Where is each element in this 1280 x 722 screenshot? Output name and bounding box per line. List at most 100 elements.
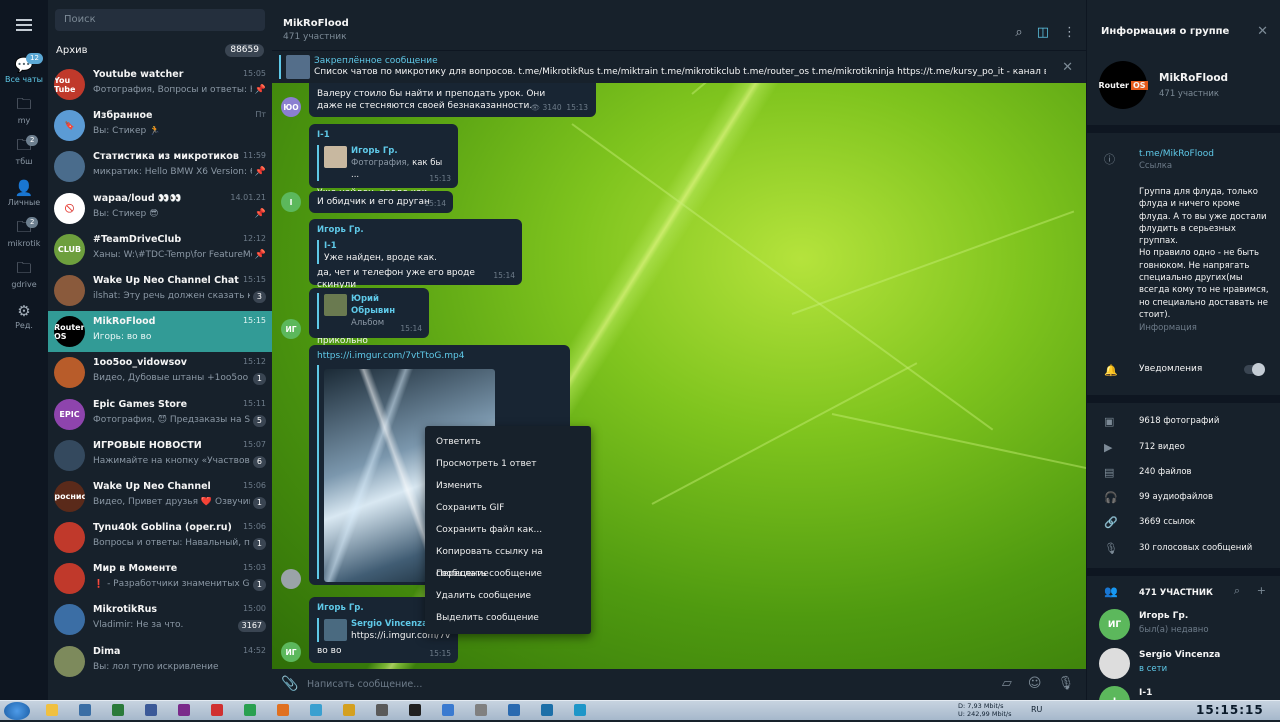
chat-list-item[interactable]: MikrotikRus 15:00 Vladimir: Не за что. 3167 xyxy=(48,599,272,640)
folder-4[interactable]: 🗀 mikrotik 2 xyxy=(0,214,48,255)
taskbar-app-icon[interactable] xyxy=(178,704,190,716)
menu-button[interactable] xyxy=(0,0,48,50)
taskbar-app-icon[interactable] xyxy=(277,704,289,716)
commands-icon[interactable]: ▱ xyxy=(1002,676,1012,691)
chat-preview: микратик: Hello BMW X6 Version: 6.4... xyxy=(93,167,252,178)
avatar[interactable]: I xyxy=(281,192,301,212)
context-menu-item[interactable]: Ответить xyxy=(425,431,591,453)
folder-5[interactable]: 🗀 gdrive xyxy=(0,255,48,296)
media-stat-row[interactable]: 🔗 3669 ссылок xyxy=(1087,510,1280,535)
archive-row[interactable]: Архив 88659 xyxy=(48,36,272,64)
taskbar-app-icon[interactable] xyxy=(409,704,421,716)
message-bubble[interactable]: Юрий Обрывин Альбом прикольно 15:14 xyxy=(309,288,429,346)
start-button[interactable] xyxy=(4,702,30,720)
close-icon[interactable]: ✕ xyxy=(1257,24,1268,39)
chat-list-item[interactable]: Dima 14:52 Вы: лол тупо искривление xyxy=(48,641,272,682)
avatar xyxy=(54,274,85,306)
chat-list-item[interactable]: EPIC Epic Games Store 15:11 Фотография, 😈 П… xyxy=(48,394,272,435)
taskbar-app-icon[interactable] xyxy=(145,704,157,716)
group-link[interactable]: t.me/MikRoFlood xyxy=(1139,149,1280,159)
reply-author: Игорь Гр. xyxy=(351,146,398,156)
taskbar-app-icon[interactable] xyxy=(541,704,553,716)
member-row[interactable]: ИГ Игорь Гр. был(а) недавно xyxy=(1087,606,1280,645)
context-menu-item[interactable]: Изменить xyxy=(425,475,591,497)
message-input[interactable]: Написать сообщение... xyxy=(307,679,422,690)
folder-1[interactable]: 🗀 my xyxy=(0,91,48,132)
context-menu-item[interactable]: Выделить сообщение xyxy=(425,607,591,629)
member-row[interactable]: Sergio Vincenza в сети xyxy=(1087,645,1280,684)
pinned-message-bar[interactable]: Закреплённое сообщение Список чатов по м… xyxy=(272,50,1086,83)
media-stat-row[interactable]: 🎧 99 аудиофайлов xyxy=(1087,485,1280,510)
folder-2[interactable]: 🗀 тбш 2 xyxy=(0,132,48,173)
chat-list-item[interactable]: ИГРОВЫЕ НОВОСТИ 15:07 Нажимайте на кнопку … xyxy=(48,435,272,476)
unread-badge: 1 xyxy=(252,538,266,551)
media-stat-row[interactable]: 🎙 30 голосовых сообщений xyxy=(1087,536,1280,561)
context-menu-item[interactable]: Сохранить файл как... xyxy=(425,519,591,541)
sidebar-toggle-icon[interactable]: ◫ xyxy=(1037,25,1049,40)
media-stat-row[interactable]: ▣ 9618 фотографий xyxy=(1087,409,1280,434)
search-input[interactable]: Поиск xyxy=(55,9,265,31)
media-stat-row[interactable]: ▤ 240 файлов xyxy=(1087,460,1280,485)
mic-icon[interactable]: 🎙 xyxy=(1057,676,1074,691)
avatar[interactable]: ИГ xyxy=(281,319,301,339)
more-icon[interactable]: ⋮ xyxy=(1063,25,1076,40)
chat-list-item[interactable]: 🚫 wapaa/loud 👀👀 14.01.21 Вы: Стикер 😎 📌 xyxy=(48,188,272,229)
message-bubble[interactable]: I-1 Игорь Гр. Фотография, как бы ... Уже… xyxy=(309,124,458,198)
add-member-icon[interactable]: + xyxy=(1257,584,1266,597)
reply-quote[interactable]: I-1 Уже найден, вроде как. xyxy=(317,240,514,264)
avatar: You Tube xyxy=(54,69,85,100)
search-icon[interactable]: ⌕ xyxy=(1015,25,1022,40)
context-menu-item[interactable]: Сохранить GIF xyxy=(425,497,591,519)
message-bubble[interactable]: Валеру стоило бы найти и преподать урок.… xyxy=(309,83,596,117)
media-stat-row[interactable]: ▶ 712 видео xyxy=(1087,435,1280,460)
avatar[interactable]: ЮО xyxy=(281,97,301,117)
folder-6[interactable]: ⚙ Ред. xyxy=(0,296,48,337)
message-link[interactable]: https://i.imgur.com/7vtTtoG.mp4 xyxy=(317,350,562,362)
folder-3[interactable]: 👤 Личные xyxy=(0,173,48,214)
taskbar-app-icon[interactable] xyxy=(244,704,256,716)
notifications-toggle[interactable] xyxy=(1244,363,1265,377)
chat-preview: Вы: Стикер 🏃 xyxy=(93,126,161,137)
chat-list-item[interactable]: Мир в Моменте 15:03 ❗ - Разработчики знаме… xyxy=(48,558,272,599)
chat-list-item[interactable]: You Tube Youtube watcher 15:05 Фотография, … xyxy=(48,64,272,105)
chat-list-item[interactable]: Статистика из микротиков 11:59 микратик: H… xyxy=(48,146,272,187)
clock[interactable]: 15:15:15 xyxy=(1196,703,1264,717)
search-icon[interactable]: ⌕ xyxy=(1234,584,1240,598)
close-icon[interactable]: ✕ xyxy=(1062,60,1073,75)
taskbar-app-icon[interactable] xyxy=(79,704,91,716)
taskbar-app-icon[interactable] xyxy=(508,704,520,716)
language-indicator[interactable]: RU xyxy=(1031,705,1042,714)
chat-list-item[interactable]: 1oo5oo_vidowsov 15:12 Видео, Дубовые штаны… xyxy=(48,352,272,393)
context-menu-item[interactable]: Переслать сообщение xyxy=(425,563,591,585)
context-menu-item[interactable]: Удалить сообщение xyxy=(425,585,591,607)
context-menu-item[interactable]: Копировать ссылку на сообщение xyxy=(425,541,591,579)
chat-list-item[interactable]: Проснись Wake Up Neo Channel 15:06 Видео, П… xyxy=(48,476,272,517)
taskbar-app-icon[interactable] xyxy=(46,704,58,716)
chat-header[interactable]: MikRoFlood 471 участник ⌕ ◫ ⋮ xyxy=(272,0,1086,50)
taskbar-app-icon[interactable] xyxy=(343,704,355,716)
context-menu-item[interactable]: Просмотреть 1 ответ xyxy=(425,453,591,475)
taskbar-app-icon[interactable] xyxy=(442,704,454,716)
chat-list-item[interactable]: Wake Up Neo Channel Chat 15:15 ilshat: Эту… xyxy=(48,270,272,311)
taskbar-app-icon[interactable] xyxy=(211,704,223,716)
avatar[interactable]: ИГ xyxy=(281,642,301,662)
message-bubble[interactable]: Игорь Гр. I-1 Уже найден, вроде как. да,… xyxy=(309,219,522,290)
chat-list-item[interactable]: Tynu40k Goblina (oper.ru) 15:06 Вопросы и … xyxy=(48,517,272,558)
folder-0[interactable]: 💬 Все чаты 12 xyxy=(0,50,48,91)
taskbar-app-icon[interactable] xyxy=(475,704,487,716)
group-logo[interactable]: Router OS xyxy=(1098,61,1148,109)
avatar[interactable] xyxy=(281,569,301,589)
message-bubble[interactable]: И обидчик и его друган 15:14 xyxy=(309,191,453,213)
taskbar-app-icon[interactable] xyxy=(376,704,388,716)
chat-list-item[interactable]: CLUB #TeamDriveClub 12:12 Ханы: W:\#TDC-Tem… xyxy=(48,229,272,270)
link-row[interactable]: ⓘ t.me/MikRoFlood Ссылка Группа для флуд… xyxy=(1087,133,1280,333)
taskbar-app-icon[interactable] xyxy=(112,704,124,716)
chat-list-item[interactable]: 🔖 Избранное Пт Вы: Стикер 🏃 xyxy=(48,105,272,146)
chat-list-item[interactable]: Router OS MikRoFlood 15:15 Игорь: во во xyxy=(48,311,272,353)
notifications-row[interactable]: 🔔 Уведомления xyxy=(1087,361,1280,395)
taskbar-app-icon[interactable] xyxy=(574,704,586,716)
divider xyxy=(1087,395,1280,404)
taskbar-app-icon[interactable] xyxy=(310,704,322,716)
emoji-icon[interactable]: ☺ xyxy=(1028,676,1042,691)
paperclip-icon[interactable]: 📎 xyxy=(281,676,298,692)
